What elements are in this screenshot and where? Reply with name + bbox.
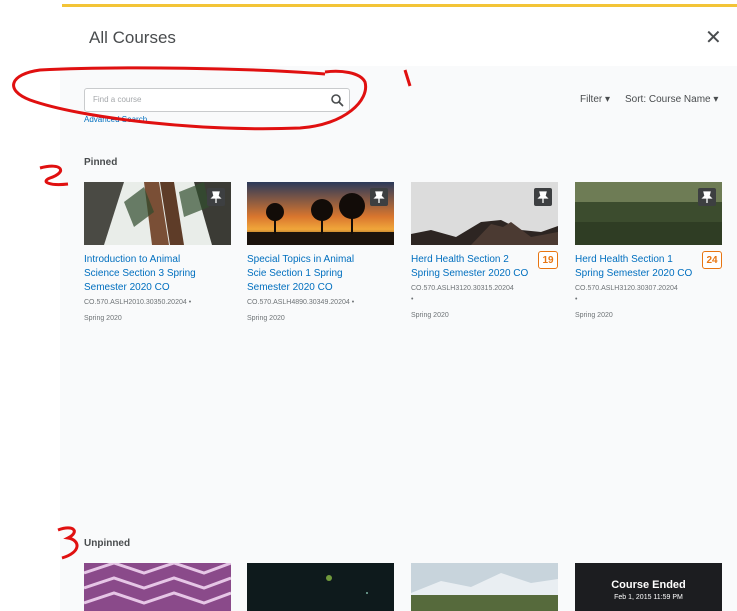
unpinned-heading: Unpinned (84, 538, 131, 549)
course-ended-date: Feb 1, 2015 11:59 PM (614, 594, 683, 601)
course-code: CO.570.ASLH3120.30307.20204 • (575, 285, 678, 303)
course-card[interactable] (411, 563, 558, 611)
chevron-down-icon: ▾ (605, 94, 611, 105)
course-card[interactable]: 19 Herd Health Section 2 Spring Semester… (411, 182, 558, 321)
notification-badge: 19 (538, 251, 558, 269)
course-card[interactable]: Special Topics in Animal Scie Section 1 … (247, 182, 394, 324)
dialog-body (60, 66, 737, 611)
course-image (411, 563, 558, 611)
course-name[interactable]: Herd Health Section 2 Spring Semester 20… (411, 253, 558, 281)
course-code: CO.570.ASLH4890.30349.20204 • (247, 299, 355, 306)
course-image (411, 182, 558, 245)
course-code: CO.570.ASLH3120.30315.20204 • (411, 285, 514, 303)
pin-icon[interactable] (370, 188, 388, 206)
pinned-heading: Pinned (84, 157, 118, 168)
course-card[interactable]: 24 Herd Health Section 1 Spring Semester… (575, 182, 722, 321)
course-ended-label: Course Ended (611, 579, 686, 591)
notification-badge: 24 (702, 251, 722, 269)
course-code-text: CO.570.ASLH3120.30307.20204 (575, 285, 678, 292)
advanced-search-link[interactable]: Advanced Search (84, 115, 147, 124)
course-term: Spring 2020 (575, 312, 613, 319)
sort-button[interactable]: Sort: Course Name ▾ (625, 94, 718, 105)
filter-label: Filter (580, 94, 603, 105)
search-input[interactable] (85, 89, 331, 110)
course-code-text: CO.570.ASLH3120.30315.20204 (411, 285, 514, 292)
pin-icon[interactable] (698, 188, 716, 206)
close-icon[interactable]: ✕ (705, 28, 722, 48)
course-name[interactable]: Herd Health Section 1 Spring Semester 20… (575, 253, 722, 281)
course-image (247, 182, 394, 245)
course-name[interactable]: Introduction to Animal Science Section 3… (84, 253, 231, 295)
pin-icon[interactable] (207, 188, 225, 206)
course-image (247, 563, 394, 611)
chevron-down-icon: ▾ (713, 94, 719, 105)
dialog-header: All Courses ✕ (0, 8, 737, 66)
pin-icon[interactable] (534, 188, 552, 206)
course-image (575, 182, 722, 245)
search-box (84, 88, 350, 112)
course-card[interactable]: Introduction to Animal Science Section 3… (84, 182, 231, 324)
course-name[interactable]: Special Topics in Animal Scie Section 1 … (247, 253, 394, 295)
all-courses-page: All Courses ✕ Advanced Search Filter ▾ S… (0, 0, 737, 611)
course-term: Spring 2020 (84, 315, 122, 322)
course-card[interactable]: Course Ended Feb 1, 2015 11:59 PM (575, 563, 722, 611)
course-term: Spring 2020 (411, 312, 449, 319)
course-image (84, 563, 231, 611)
search-icon[interactable] (329, 92, 345, 108)
course-code-text: CO.570.ASLH4890.30349.20204 (247, 299, 350, 306)
course-image (84, 182, 231, 245)
course-term: Spring 2020 (247, 315, 285, 322)
course-card[interactable] (84, 563, 231, 611)
course-code-text: CO.570.ASLH2010.30350.20204 (84, 299, 187, 306)
course-image: Course Ended Feb 1, 2015 11:59 PM (575, 563, 722, 611)
course-card[interactable] (247, 563, 394, 611)
filter-button[interactable]: Filter ▾ (580, 94, 610, 105)
course-code: CO.570.ASLH2010.30350.20204 • (84, 299, 192, 306)
sort-label: Sort: Course Name (625, 94, 711, 105)
top-accent-line (62, 4, 737, 7)
course-ended-overlay: Course Ended Feb 1, 2015 11:59 PM (575, 563, 722, 611)
dialog-title: All Courses (89, 28, 176, 47)
